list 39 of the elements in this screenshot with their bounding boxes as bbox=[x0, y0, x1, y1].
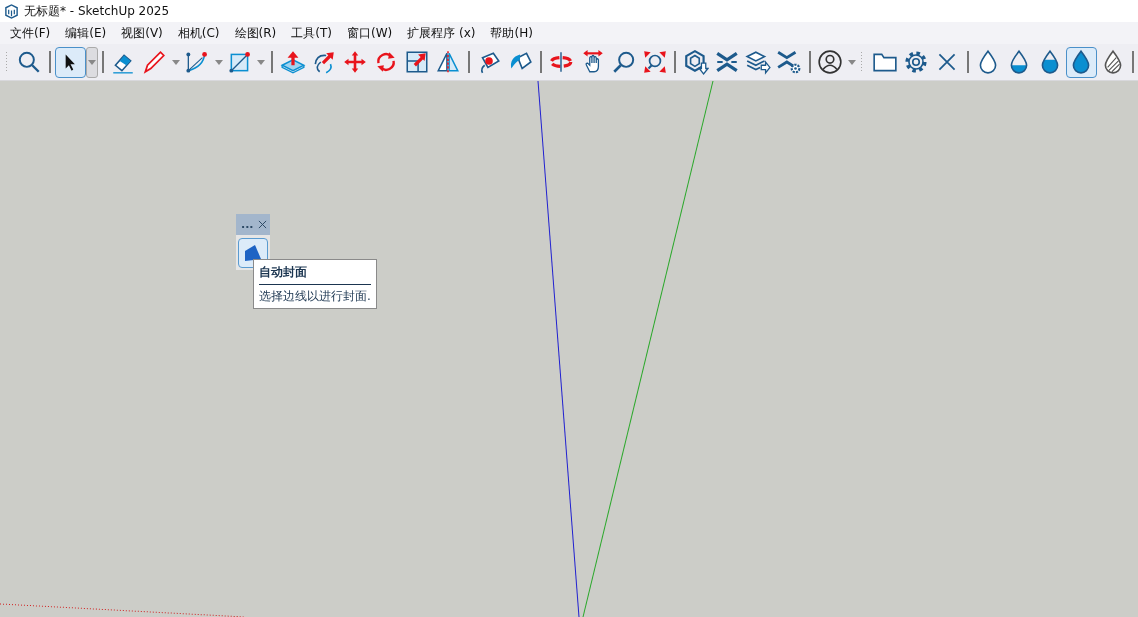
menu-item[interactable]: 帮助(H) bbox=[482, 24, 540, 42]
menu-item[interactable]: 编辑(E) bbox=[57, 24, 114, 42]
menu-item[interactable]: 绘图(R) bbox=[226, 24, 284, 42]
scale-icon bbox=[404, 49, 431, 75]
caret-icon bbox=[214, 59, 223, 65]
caret-icon bbox=[257, 59, 266, 65]
caret-icon bbox=[847, 59, 856, 65]
pencil-icon bbox=[141, 49, 168, 75]
window-title: 无标题* - SketchUp 2025 bbox=[24, 2, 170, 20]
menu-item[interactable]: 工具(T) bbox=[283, 24, 339, 42]
tooltip-description: 选择边线以进行封面. bbox=[259, 288, 371, 305]
tooltip-title: 自动封面 bbox=[259, 264, 371, 285]
menu-item[interactable]: 相机(C) bbox=[169, 24, 227, 42]
menu-item[interactable]: 视图(V) bbox=[113, 24, 170, 42]
toolbar-grip[interactable] bbox=[5, 51, 9, 73]
caret-icon bbox=[87, 59, 96, 65]
chevrons-icon bbox=[713, 49, 740, 75]
settings-icon bbox=[903, 49, 929, 75]
menu-item[interactable]: 扩展程序 (x) bbox=[399, 24, 483, 42]
user-icon bbox=[817, 49, 844, 75]
menu-item[interactable]: 文件(F) bbox=[2, 24, 58, 42]
hexagon-download-icon bbox=[682, 49, 709, 75]
tool-button[interactable] bbox=[54, 46, 87, 78]
app-logo-icon bbox=[4, 3, 19, 19]
orbit-icon bbox=[548, 49, 575, 75]
zoom-extents-icon bbox=[641, 49, 668, 75]
close-icon[interactable] bbox=[258, 220, 267, 229]
layers-arrow-icon bbox=[745, 49, 772, 75]
toolbar-title: ... bbox=[241, 219, 254, 230]
mirror-triangle-icon bbox=[435, 49, 462, 75]
menu-item[interactable]: 窗口(W) bbox=[338, 24, 400, 42]
tool-button[interactable] bbox=[1065, 46, 1098, 78]
toolbar-header[interactable]: ... bbox=[236, 214, 270, 235]
face-shape-icon bbox=[244, 244, 262, 262]
chevrons-gear-icon bbox=[776, 49, 803, 75]
push-pull-icon bbox=[279, 49, 306, 75]
caret-icon bbox=[171, 59, 180, 65]
rectangle-icon bbox=[226, 49, 253, 75]
3d-viewport[interactable]: ... 自动封面 选择边线以进行封面. bbox=[0, 81, 1138, 617]
